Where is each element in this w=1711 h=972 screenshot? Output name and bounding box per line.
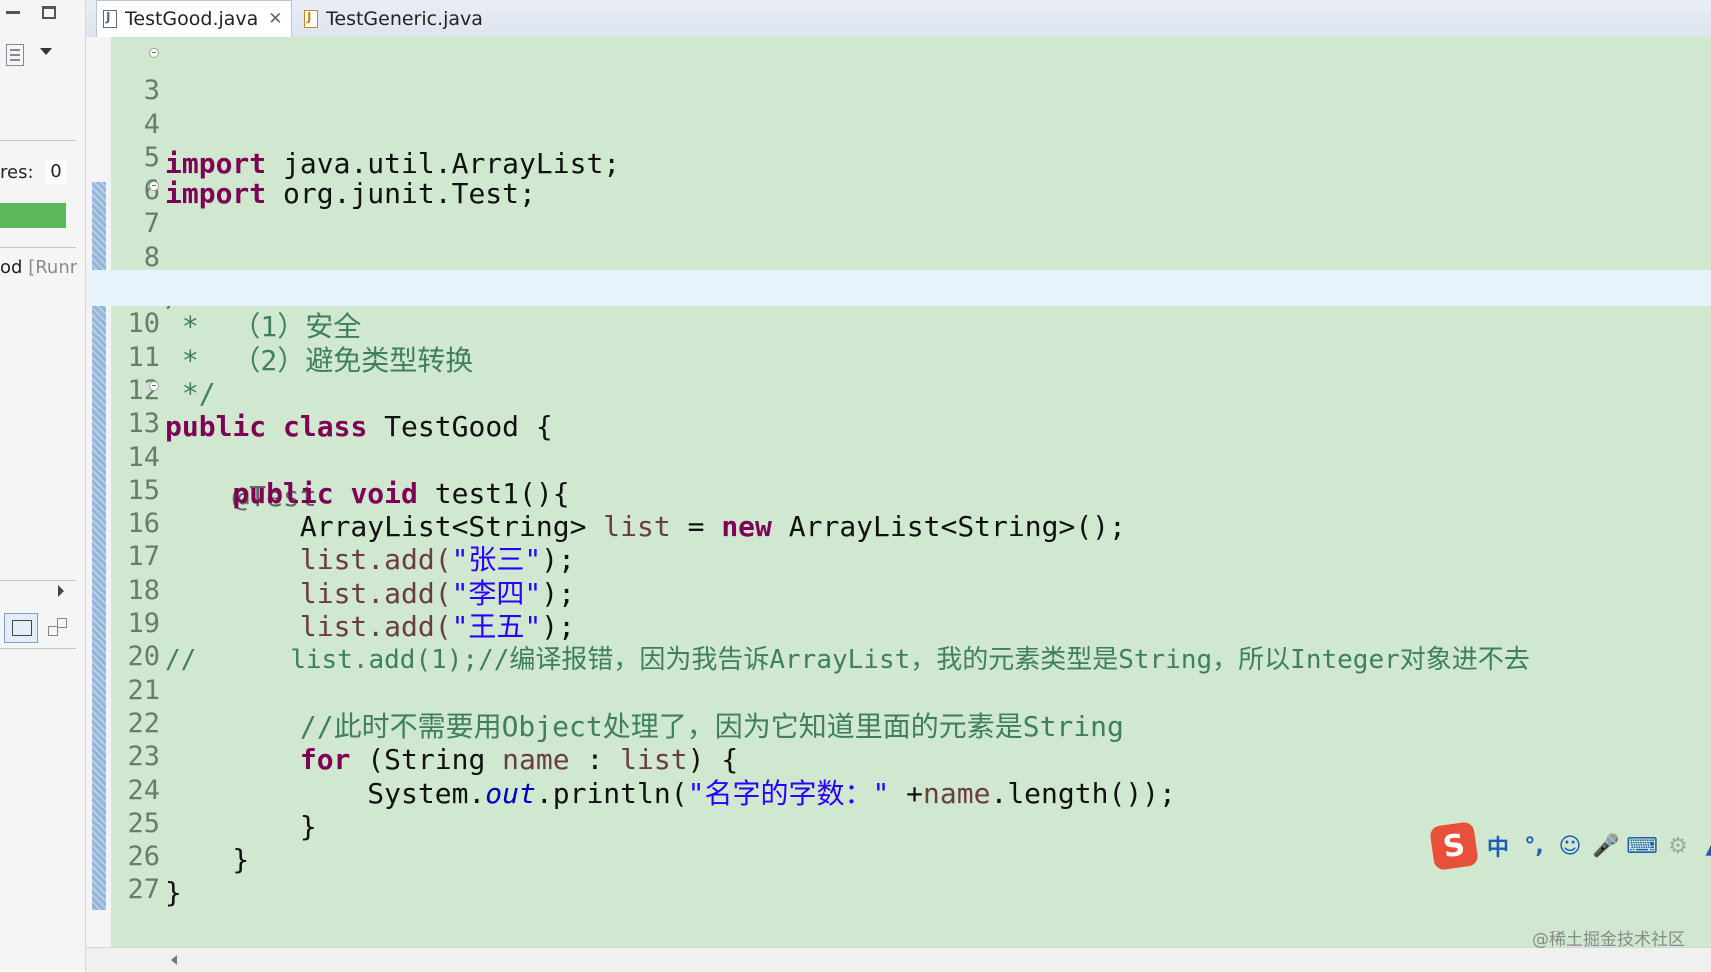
emoji-icon[interactable]: ☺ bbox=[1556, 832, 1584, 860]
code-line[interactable]: 4 bbox=[86, 70, 1711, 140]
code-line[interactable]: 22 for (String name : list) { bbox=[86, 670, 1711, 776]
divider bbox=[0, 648, 76, 649]
tools-icon[interactable]: ⚙ bbox=[1664, 832, 1692, 860]
history-icon[interactable] bbox=[6, 44, 24, 66]
code-text: } bbox=[165, 876, 182, 910]
microphone-icon[interactable]: 🎤 bbox=[1592, 832, 1620, 860]
code-line[interactable]: 13 @Test bbox=[86, 370, 1711, 513]
code-line[interactable]: 24 } bbox=[86, 736, 1711, 843]
watermark: @稀土掘金技术社区 bbox=[1532, 930, 1685, 950]
chevron-right-icon[interactable] bbox=[58, 585, 64, 597]
junit-view-panel: res: 0 od [Runr bbox=[0, 0, 86, 971]
java-file-icon bbox=[304, 9, 318, 28]
code-line[interactable]: 17 list.add("李四"); bbox=[86, 503, 1711, 609]
code-line[interactable]: 14 public void test1(){ bbox=[86, 403, 1711, 510]
horizontal-scrollbar[interactable] bbox=[86, 947, 1711, 972]
scroll-left-icon[interactable] bbox=[171, 955, 177, 965]
sogou-logo-icon[interactable]: S bbox=[1429, 821, 1479, 871]
code-line[interactable]: 11 */ bbox=[86, 303, 1711, 410]
punctuation-icon[interactable]: °, bbox=[1520, 832, 1548, 860]
compare-result-icon[interactable] bbox=[4, 613, 38, 643]
keyboard-icon[interactable]: ⌨ bbox=[1626, 832, 1658, 860]
editor-tab-bar: TestGood.java ✕ TestGeneric.java bbox=[86, 0, 1711, 38]
code-line[interactable]: 6 bbox=[86, 137, 1711, 206]
code-line[interactable]: 7 /* bbox=[86, 170, 1711, 313]
tab-label: TestGood.java bbox=[125, 8, 259, 30]
code-line[interactable]: 18 list.add("王五"); bbox=[86, 537, 1711, 643]
filter-stack-icon[interactable] bbox=[48, 618, 68, 638]
close-icon[interactable]: ✕ bbox=[268, 9, 282, 29]
code-line[interactable]: 23 System.out.println("名字的字数：" +name.len… bbox=[86, 703, 1711, 809]
fold-icon[interactable] bbox=[149, 381, 159, 391]
code-line[interactable]: 5 import org.junit.Test; bbox=[86, 104, 1711, 210]
failures-label: res: bbox=[0, 162, 34, 183]
current-code-line[interactable]: 10 * （2）避免类型转换 bbox=[86, 270, 1711, 377]
code-line[interactable]: 15 ArrayList<String> list = new ArrayLis… bbox=[86, 437, 1711, 543]
tab-label: TestGeneric.java bbox=[326, 7, 483, 30]
minimize-icon[interactable] bbox=[4, 2, 24, 22]
chinese-mode-icon[interactable]: 中 bbox=[1484, 832, 1512, 861]
code-line[interactable]: 12 public class TestGood { bbox=[86, 337, 1711, 443]
ime-toolbar: S 中 °, ☺ 🎤 ⌨ ⚙ ▲ bbox=[1429, 821, 1711, 871]
maximize-icon[interactable] bbox=[42, 6, 56, 19]
failures-count: 0 bbox=[46, 160, 66, 184]
code-line[interactable]: 9 * （1）安全 bbox=[86, 237, 1711, 343]
test-run-item[interactable]: od [Runr bbox=[0, 257, 77, 278]
code-line[interactable]: 3 import java.util.ArrayList; bbox=[86, 37, 1711, 180]
divider bbox=[0, 247, 76, 248]
test-run-suffix: [Runr bbox=[28, 257, 78, 278]
skin-icon[interactable]: ▲ bbox=[1700, 832, 1711, 860]
tab-testgeneric-java[interactable]: TestGeneric.java bbox=[302, 0, 483, 37]
line-number: 27 bbox=[127, 874, 160, 906]
divider bbox=[0, 140, 76, 141]
java-file-icon bbox=[103, 10, 117, 28]
test-progress-bar bbox=[0, 203, 66, 228]
chevron-down-icon[interactable] bbox=[40, 48, 52, 55]
fold-icon[interactable] bbox=[149, 48, 159, 58]
divider bbox=[0, 580, 76, 581]
code-line[interactable]: 16 list.add("张三"); bbox=[86, 470, 1711, 576]
tab-testgood-java[interactable]: TestGood.java ✕ bbox=[96, 0, 292, 37]
fold-icon[interactable] bbox=[149, 181, 159, 192]
code-line[interactable]: 8 * 泛型的好处： bbox=[86, 204, 1711, 310]
code-line[interactable]: 20 bbox=[86, 603, 1711, 672]
test-run-name: od bbox=[0, 257, 23, 278]
code-line[interactable]: 19 // list.add(1);//编译报错，因为我告诉ArrayList，… bbox=[86, 570, 1711, 675]
code-line[interactable]: 25 } bbox=[86, 770, 1711, 876]
code-editor[interactable]: 3 import java.util.ArrayList; 4 5 import… bbox=[86, 37, 1711, 947]
code-line[interactable]: 21 //此时不需要用Object处理了，因为它知道里面的元素是String bbox=[86, 636, 1711, 743]
